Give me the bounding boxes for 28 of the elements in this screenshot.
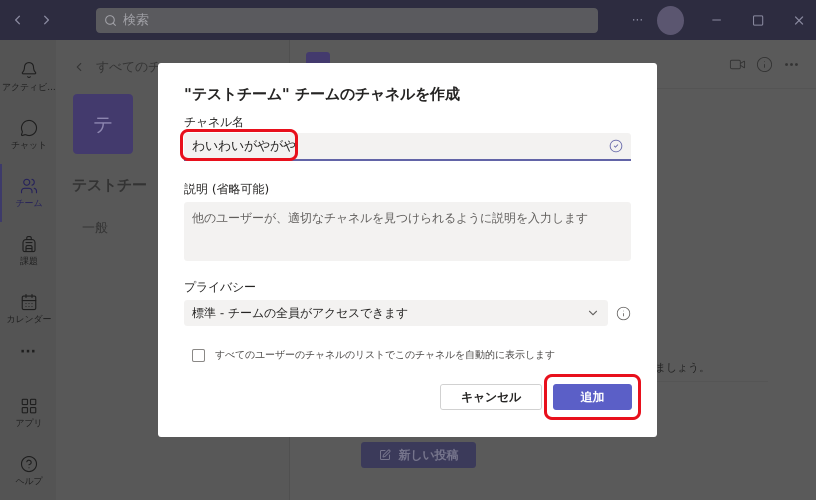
bell-icon (20, 60, 38, 78)
add-button[interactable]: 追加 (553, 384, 632, 410)
chat-icon (20, 118, 38, 136)
search-icon (104, 14, 118, 26)
field-label: チャネル名 (184, 114, 245, 131)
more-icon[interactable]: ··· (632, 13, 644, 27)
people-icon (20, 176, 38, 194)
help-icon (20, 454, 38, 472)
calendar-icon (20, 292, 38, 310)
new-post-button[interactable]: 新しい投稿 (361, 442, 476, 468)
checkbox-label: すべてのユーザーのチャネルのリストでこのチャネルを自動的に表示します (215, 348, 555, 362)
team-avatar: テ (73, 94, 133, 154)
cancel-button[interactable]: キャンセル (440, 384, 542, 410)
dialog-title: "テストチーム" チームのチャネルを作成 (184, 85, 461, 104)
hint-text: ましょう。 (655, 360, 710, 375)
more-icon[interactable]: ··· (20, 344, 36, 360)
search-field[interactable]: 検索 (96, 8, 598, 32)
apps-icon (20, 396, 38, 414)
edit-icon (378, 449, 390, 461)
field-label: 説明 (省略可能) (184, 181, 270, 198)
backpack-icon (20, 234, 38, 252)
description-field[interactable]: 他のユーザーが、適切なチャネルを見つけられるように説明を入力します (184, 202, 631, 261)
privacy-dropdown[interactable]: 標準 - チームの全員がアクセスできます (184, 300, 608, 326)
info-icon[interactable] (616, 306, 631, 320)
checkbox[interactable] (192, 348, 205, 362)
channel-name-field[interactable]: わいわいがやがや (184, 133, 631, 161)
maximize-icon[interactable] (752, 14, 764, 26)
field-label: プライバシー (184, 279, 257, 296)
